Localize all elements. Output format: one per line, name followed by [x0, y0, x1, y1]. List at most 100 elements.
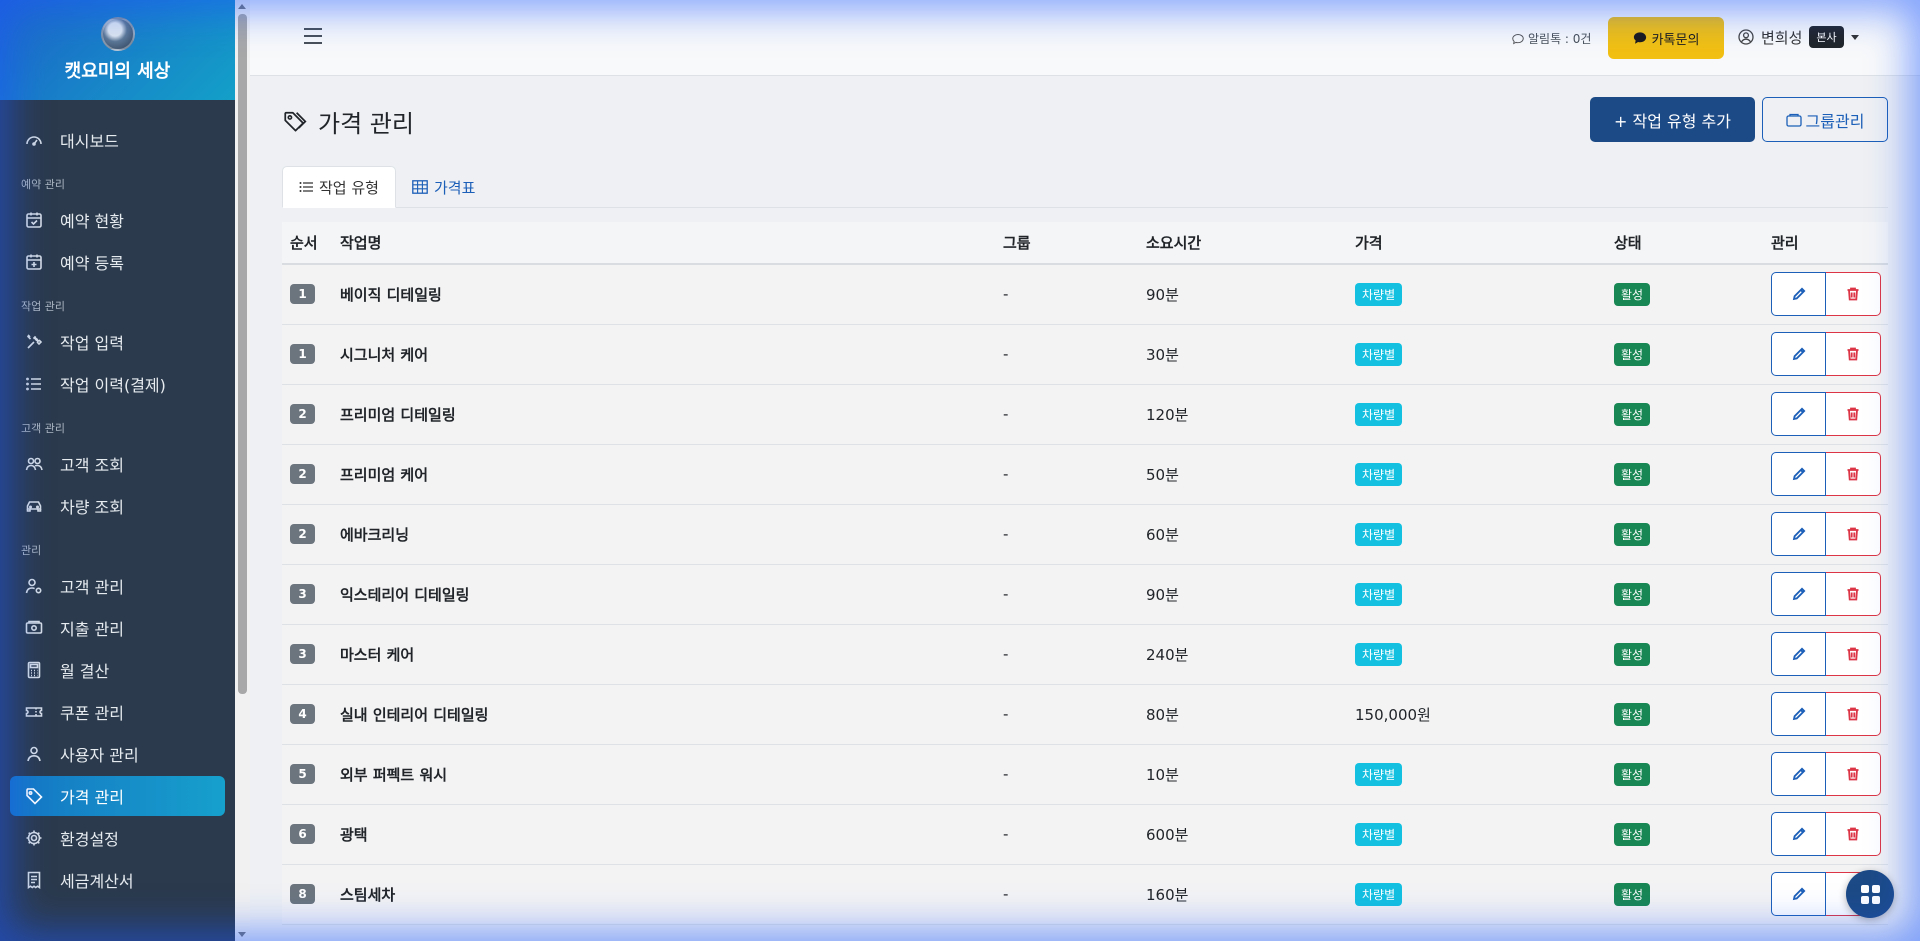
sidebar-item-label: 예약 현황 [60, 212, 124, 231]
sidebar-item-label: 대시보드 [60, 132, 119, 151]
sidebar-item-tools[interactable]: 작업 입력 [10, 322, 225, 362]
menu-toggle-icon[interactable] [304, 28, 322, 44]
edit-button[interactable] [1771, 632, 1826, 676]
price-badge: 차량별 [1355, 342, 1403, 366]
user-menu[interactable]: 변희성 본사 [1738, 26, 1859, 48]
delete-button[interactable] [1826, 812, 1881, 856]
sidebar-item-calendar-plus[interactable]: 예약 등록 [10, 242, 225, 282]
duration-value: 30분 [1146, 345, 1179, 364]
duration-value: 80분 [1146, 705, 1179, 724]
edit-button[interactable] [1771, 512, 1826, 556]
duration-value: 240분 [1146, 645, 1189, 664]
table-row: 1 베이직 디테일링 - 90분 차량별 활성 [282, 264, 1888, 324]
cell-duration: 240분 [1138, 624, 1347, 684]
group-value: - [1003, 285, 1009, 304]
table-row: 3 익스테리어 디테일링 - 90분 차량별 활성 [282, 564, 1888, 624]
table-row: 2 프리미엄 케어 - 50분 차량별 활성 [282, 444, 1888, 504]
kakao-label: 카톡문의 [1651, 32, 1700, 48]
status-badge: 활성 [1614, 822, 1651, 846]
delete-button[interactable] [1826, 332, 1881, 376]
ticket-icon [24, 702, 44, 722]
cell-duration: 600분 [1138, 804, 1347, 864]
delete-button[interactable] [1826, 632, 1881, 676]
scroll-up-arrow[interactable] [238, 4, 246, 9]
sidebar-item-list[interactable]: 작업 이력(결제) [10, 364, 225, 404]
edit-button[interactable] [1771, 452, 1826, 496]
quick-menu-button[interactable] [1846, 870, 1894, 918]
cell-group: - [995, 804, 1138, 864]
status-badge: 활성 [1614, 582, 1651, 606]
group-value: - [1003, 585, 1009, 603]
sidebar-item-calculator[interactable]: 월 결산 [10, 650, 225, 690]
duration-value: 60분 [1146, 525, 1179, 544]
scroll-down-arrow[interactable] [238, 932, 246, 937]
edit-button[interactable] [1771, 872, 1826, 916]
sidebar-item-user[interactable]: 사용자 관리 [10, 734, 225, 774]
sidebar-item-label: 쿠폰 관리 [60, 704, 124, 723]
sidebar-item-cash[interactable]: 지출 관리 [10, 608, 225, 648]
cell-price: 차량별 [1347, 264, 1606, 324]
kakao-inquiry-button[interactable]: 카톡문의 [1608, 17, 1724, 59]
receipt-icon [24, 870, 44, 890]
delete-button[interactable] [1826, 572, 1881, 616]
tab-price-table[interactable]: 가격표 [396, 166, 491, 208]
status-badge: 활성 [1614, 762, 1651, 786]
edit-button[interactable] [1771, 272, 1826, 317]
sidebar-item-calendar-check[interactable]: 예약 현황 [10, 200, 225, 240]
sidebar-item-people[interactable]: 고객 조회 [10, 444, 225, 484]
group-value: - [1003, 525, 1009, 543]
sidebar-item-gear[interactable]: 환경설정 [10, 818, 225, 858]
edit-button[interactable] [1771, 392, 1826, 436]
sidebar-item-tag[interactable]: 가격 관리 [10, 776, 225, 816]
add-job-type-button[interactable]: + 작업 유형 추가 [1590, 97, 1755, 142]
cell-price: 차량별 [1347, 744, 1606, 804]
cell-price: 차량별 [1347, 624, 1606, 684]
trash-icon [1847, 827, 1859, 841]
group-manage-button[interactable]: 그룹관리 [1762, 97, 1888, 142]
cell-status: 활성 [1606, 324, 1763, 384]
edit-button[interactable] [1771, 692, 1826, 736]
group-value: - [1003, 345, 1009, 363]
cell-status: 활성 [1606, 744, 1763, 804]
cell-actions [1763, 264, 1888, 324]
delete-button[interactable] [1826, 452, 1881, 496]
delete-button[interactable] [1826, 752, 1881, 796]
delete-button[interactable] [1826, 392, 1881, 436]
edit-button[interactable] [1771, 332, 1826, 376]
edit-button[interactable] [1771, 572, 1826, 616]
sidebar-item-user-gear[interactable]: 고객 관리 [10, 566, 225, 606]
table-row: 2 에바크리닝 - 60분 차량별 활성 [282, 504, 1888, 564]
sidebar-scrollbar[interactable] [235, 0, 250, 941]
brand[interactable]: 캣요미의 세상 [0, 0, 235, 100]
duration-value: 600분 [1146, 825, 1189, 844]
cell-group: - [995, 444, 1138, 504]
table-icon [412, 180, 428, 194]
sidebar-item-receipt[interactable]: 세금계산서 [10, 860, 225, 900]
price-badge: 차량별 [1355, 462, 1403, 486]
cell-status: 활성 [1606, 264, 1763, 324]
sidebar-item-ticket[interactable]: 쿠폰 관리 [10, 692, 225, 732]
delete-button[interactable] [1826, 692, 1881, 736]
price-badge: 차량별 [1355, 282, 1403, 306]
pencil-icon [1792, 707, 1805, 721]
trash-icon [1847, 767, 1859, 781]
sidebar-item-gauge[interactable]: 대시보드 [10, 120, 225, 160]
cell-price: 차량별 [1347, 444, 1606, 504]
pencil-icon [1792, 287, 1805, 301]
tab-job-types[interactable]: 작업 유형 [282, 166, 396, 208]
edit-button[interactable] [1771, 812, 1826, 856]
user-icon [24, 744, 44, 764]
scroll-thumb[interactable] [238, 14, 247, 694]
delete-button[interactable] [1826, 512, 1881, 556]
group-value: - [1003, 765, 1009, 783]
sidebar-item-label: 차량 조회 [60, 498, 124, 517]
user-name: 변희성 [1761, 28, 1803, 47]
sidebar-item-car[interactable]: 차량 조회 [10, 486, 225, 526]
cell-actions [1763, 744, 1888, 804]
trash-icon [1847, 707, 1859, 721]
cell-duration: 120분 [1138, 384, 1347, 444]
cell-price: 차량별 [1347, 804, 1606, 864]
grid-icon [1860, 884, 1880, 904]
delete-button[interactable] [1826, 272, 1881, 317]
edit-button[interactable] [1771, 752, 1826, 796]
